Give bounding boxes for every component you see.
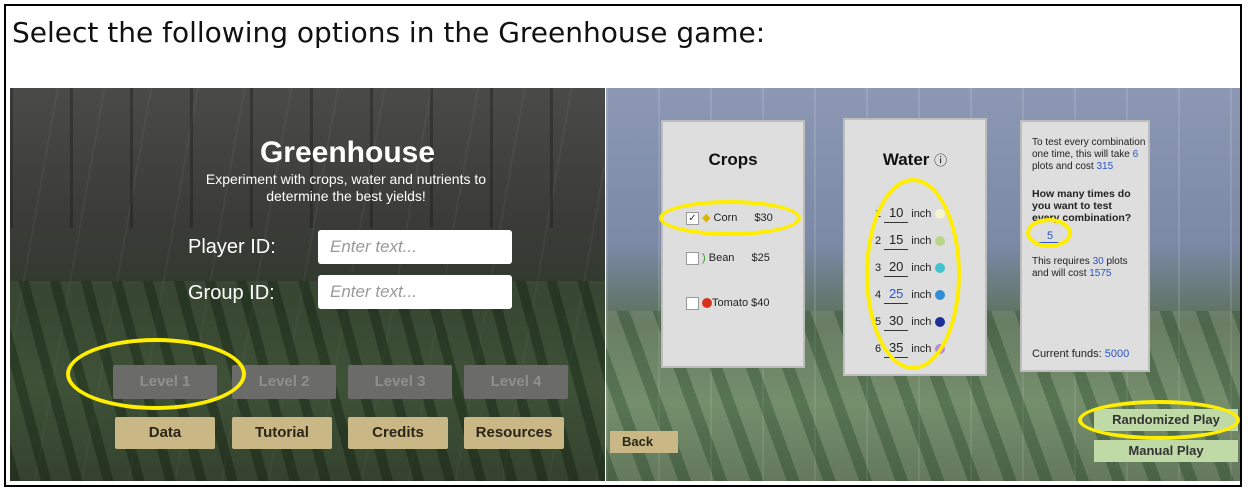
current-funds: Current funds: 5000 <box>1032 348 1130 360</box>
water-color-4 <box>934 290 945 301</box>
tomato-icon <box>702 298 712 309</box>
water-input-6[interactable]: 35 <box>884 339 909 358</box>
data-button[interactable]: Data <box>115 417 215 449</box>
plots-count: 6 <box>1132 149 1139 160</box>
water-color-5 <box>934 317 945 328</box>
resources-button[interactable]: Resources <box>464 417 564 449</box>
corn-label: Corn <box>713 212 738 224</box>
repeat-input[interactable]: 5 <box>1038 230 1062 243</box>
crop-option-tomato[interactable]: Tomato $40 <box>686 295 770 311</box>
water-input-5[interactable]: 30 <box>884 312 909 331</box>
requirement-summary: This requires 30 plots and will cost 157… <box>1032 256 1128 279</box>
water-row-2: 2 15 inch <box>875 231 945 250</box>
crop-option-corn[interactable]: ✓ ◆ Corn $30 <box>686 210 773 226</box>
water-color-1 <box>934 209 945 220</box>
water-row-4: 4 25 inch <box>875 285 945 304</box>
tomato-checkbox[interactable] <box>686 296 699 310</box>
group-id-input[interactable]: Enter text... <box>318 275 512 309</box>
plots-cost: 315 <box>1096 161 1114 172</box>
corn-price: $30 <box>754 212 773 224</box>
game-subtitle: Experiment with crops, water and nutrien… <box>205 171 487 204</box>
crops-title: Crops <box>708 150 758 169</box>
bean-checkbox[interactable] <box>686 251 699 265</box>
bean-price: $25 <box>751 252 770 264</box>
back-button[interactable]: Back <box>610 431 678 453</box>
summary-card: To test every combination one time, this… <box>1020 120 1150 372</box>
water-row-5: 5 30 inch <box>875 312 945 331</box>
main-menu-screen: Greenhouse Experiment with crops, water … <box>10 88 605 481</box>
level-4-button[interactable]: Level 4 <box>464 365 568 399</box>
tutorial-button[interactable]: Tutorial <box>232 417 332 449</box>
water-input-4[interactable]: 25 <box>884 285 909 304</box>
required-plots: 30 <box>1092 256 1104 267</box>
game-setup-screen: Crops ✓ ◆ Corn $30 ) Bean $25 Tomato $40 … <box>606 88 1240 481</box>
game-title: Greenhouse <box>259 136 436 169</box>
tomato-label: Tomato <box>712 297 749 309</box>
water-input-3[interactable]: 20 <box>884 258 909 277</box>
water-color-6 <box>934 344 945 355</box>
water-card: Water ⓘ 1 10 inch 2 15 inch 3 20 inch 4 … <box>843 118 987 376</box>
water-row-6: 6 35 inch <box>875 339 945 358</box>
randomized-play-button[interactable]: Randomized Play <box>1094 409 1238 431</box>
water-input-2[interactable]: 15 <box>884 231 909 250</box>
repeat-question: How many times do you want to test every… <box>1032 188 1132 224</box>
crops-card: Crops ✓ ◆ Corn $30 ) Bean $25 Tomato $40 <box>659 120 805 368</box>
level-3-button[interactable]: Level 3 <box>348 365 452 399</box>
combination-summary: To test every combination one time, this… <box>1032 137 1146 172</box>
manual-play-button[interactable]: Manual Play <box>1094 440 1238 462</box>
corn-icon: ◆ <box>702 212 711 224</box>
water-row-3: 3 20 inch <box>875 258 945 277</box>
instruction-text: Select the following options in the Gree… <box>12 16 766 49</box>
level-1-button[interactable]: Level 1 <box>113 365 217 399</box>
funds-value: 5000 <box>1104 348 1130 360</box>
tomato-price: $40 <box>751 297 770 309</box>
water-title: Water ⓘ <box>882 150 948 169</box>
info-icon[interactable]: ⓘ <box>934 153 947 168</box>
player-id-label: Player ID: <box>188 236 276 258</box>
player-id-input[interactable]: Enter text... <box>318 230 512 264</box>
corn-checkbox[interactable]: ✓ <box>686 211 699 225</box>
bean-label: Bean <box>708 252 735 264</box>
water-color-3 <box>934 263 945 274</box>
credits-button[interactable]: Credits <box>348 417 448 449</box>
water-row-1: 1 10 inch <box>875 204 945 223</box>
required-cost: 1575 <box>1089 268 1112 279</box>
crop-option-bean[interactable]: ) Bean $25 <box>686 250 770 266</box>
bean-icon: ) <box>702 252 706 264</box>
water-color-2 <box>934 236 945 247</box>
water-input-1[interactable]: 10 <box>884 204 909 223</box>
group-id-label: Group ID: <box>188 282 275 304</box>
level-2-button[interactable]: Level 2 <box>232 365 336 399</box>
